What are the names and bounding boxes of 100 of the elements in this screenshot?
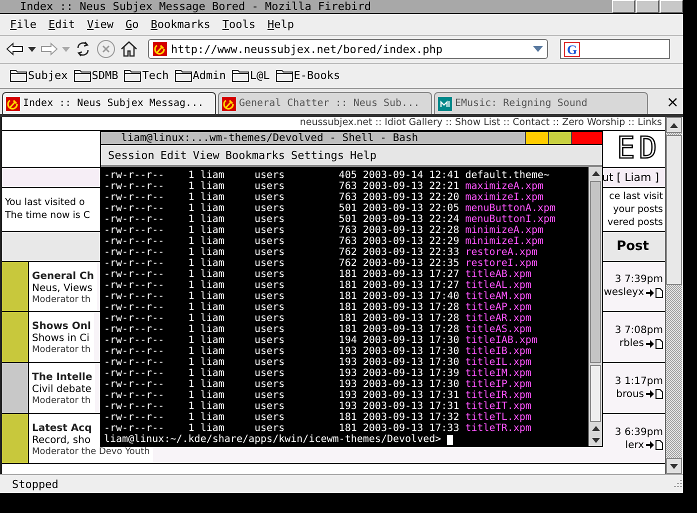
browser-tab[interactable]: EMusic: Reigning Sound — [434, 92, 648, 114]
last-post-user[interactable]: lerx — [625, 440, 644, 451]
maximize-button[interactable] — [548, 132, 571, 144]
browser-tab[interactable]: Index :: Neus Subjex Messag... — [2, 92, 216, 114]
scroll-down-icon[interactable] — [670, 462, 678, 470]
file-name: titleIP.xpm — [465, 379, 532, 390]
search-link[interactable]: your posts — [613, 202, 663, 216]
search-link[interactable]: ce last visit — [609, 190, 663, 203]
bookmark-folder[interactable]: L@L — [232, 69, 270, 82]
scroll-thumb[interactable] — [590, 365, 601, 422]
page-scrollbar[interactable] — [665, 117, 682, 474]
file-name: titleAB.xpm — [465, 269, 532, 280]
file-info-text: -rw-r--r-- 1 liam users 181 2003-09-13 17:40 — [104, 291, 460, 302]
scroll-thumb[interactable] — [666, 135, 682, 286]
minimize-button[interactable] — [525, 132, 548, 144]
file-name: titleAM.xpm — [465, 291, 532, 302]
bookmark-folder[interactable]: Tech — [124, 69, 169, 82]
forum-moderator: Moderator th — [32, 396, 91, 406]
last-post-time: 3 7:08pm — [614, 325, 663, 336]
file-info-text: -rw-r--r-- 1 liam users 501 2003-09-13 22:24 — [104, 214, 460, 226]
search-field[interactable]: G — [560, 39, 670, 60]
folder-icon — [10, 69, 27, 82]
close-button[interactable] — [571, 132, 602, 144]
file-info-text: -rw-r--r-- 1 liam users 181 2003-09-13 17:27 — [104, 280, 460, 292]
menu-item[interactable]: Edit — [157, 148, 190, 162]
file-name: titleTR.xpm — [465, 423, 532, 434]
file-info-text: -rw-r--r-- 1 liam users 194 2003-09-13 17:30 — [104, 335, 460, 346]
file-name: maximizeA.xpm — [465, 181, 544, 192]
file-name: restoreA.xpm — [465, 247, 538, 258]
folder-icon — [74, 69, 91, 82]
file-info-text: -rw-r--r-- 1 liam users 193 2003-09-13 17:30 — [104, 346, 460, 358]
caret-icon[interactable] — [28, 46, 36, 53]
menu-item[interactable]: View — [190, 148, 222, 162]
menu-item[interactable]: Session — [105, 148, 158, 162]
menu-item[interactable]: Tools — [216, 18, 262, 31]
scroll-up-icon[interactable] — [592, 170, 600, 177]
file-info-text: -rw-r--r-- 1 liam users 193 2003-09-13 17:30 — [104, 379, 460, 390]
terminal-scrollbar[interactable] — [588, 167, 602, 446]
last-post-time: 3 1:17pm — [614, 376, 663, 387]
menu-item[interactable]: Help — [261, 18, 300, 31]
scroll-down-icon[interactable] — [592, 436, 600, 444]
file-info-text: -rw-r--r-- 1 liam users 181 2003-09-13 17:33 — [104, 423, 460, 434]
file-info-text: -rw-r--r-- 1 liam users 181 2003-09-13 17:28 — [104, 324, 460, 336]
status-text: Stopped — [12, 478, 60, 491]
bookmark-folder[interactable]: Admin — [174, 69, 226, 82]
menu-item[interactable]: Edit — [42, 18, 81, 31]
menu-item[interactable]: Settings — [288, 148, 347, 162]
file-name: titleIAB.xpm — [465, 335, 538, 346]
close-tab-button[interactable]: × — [666, 92, 679, 111]
file-info-text: -rw-r--r-- 1 liam users 501 2003-09-13 22:05 — [104, 203, 460, 214]
forum-title-link[interactable]: General Ch — [32, 270, 94, 282]
file-info-text: -rw-r--r-- 1 liam users 193 2003-09-13 17:31 — [104, 390, 460, 402]
file-name: titleIM.xpm — [465, 368, 532, 380]
forum-description: Neus, Views — [32, 282, 92, 294]
forum-description: Record, sho — [32, 434, 91, 446]
back-icon[interactable] — [6, 42, 24, 56]
menu-item[interactable]: Help — [346, 148, 380, 162]
bookmark-folder[interactable]: Subjex — [10, 69, 68, 82]
file-info-text: -rw-r--r-- 1 liam users 763 2003-09-13 22:29 — [104, 236, 460, 248]
bookmark-folder[interactable]: SDMB — [74, 69, 118, 82]
menu-item[interactable]: Bookmarks — [222, 148, 288, 162]
file-name: titleIB.xpm — [465, 346, 532, 358]
file-name: titleAP.xpm — [465, 302, 532, 314]
menu-item[interactable]: File — [4, 18, 42, 31]
file-name: titleIL.xpm — [465, 357, 532, 368]
last-post-user[interactable]: wesleyx — [604, 287, 644, 298]
logout-link[interactable]: ut [ Liam ] — [602, 171, 659, 184]
search-link[interactable]: vered posts — [607, 216, 663, 229]
file-info-text: -rw-r--r-- 1 liam users 762 2003-09-13 22:35 — [104, 258, 460, 270]
file-info-text: -rw-r--r-- 1 liam users 193 2003-09-13 17:39 — [104, 368, 460, 380]
last-post-time: 3 6:39pm — [614, 426, 663, 438]
file-name: menuButtonA.xpm — [465, 203, 556, 214]
address-field[interactable]: http://www.neussubjex.net/bored/index.php — [148, 39, 548, 60]
file-info-text: -rw-r--r-- 1 liam users 181 2003-09-13 17:28 — [104, 302, 460, 314]
file-name: titleAR.xpm — [465, 313, 532, 324]
file-info-text: -rw-r--r-- 1 liam users 405 2003-09-14 12:41 — [104, 170, 460, 182]
menu-item[interactable]: View — [81, 18, 120, 31]
file-info-text: -rw-r--r-- 1 liam users 763 2003-09-13 22:21 — [104, 181, 460, 192]
last-post-user[interactable]: rbles — [619, 338, 644, 350]
last-post-time: 3 7:39pm — [614, 274, 663, 286]
menu-item[interactable]: Bookmarks — [144, 18, 216, 31]
window-title: Index :: Neus Subjex Message Bored - Mozilla Firebird — [19, 0, 372, 13]
forum-moderator: Moderator th — [32, 345, 91, 356]
file-name: titleIT.xpm — [465, 401, 532, 412]
menu-item[interactable]: Go — [120, 18, 145, 31]
scroll-up-icon[interactable] — [670, 122, 678, 129]
browser-tab[interactable]: General Chatter :: Neus Sub... — [218, 92, 432, 114]
scroll-up-icon[interactable] — [592, 424, 600, 432]
forum-title-link[interactable]: The Intelle — [32, 372, 92, 384]
file-info-text: -rw-r--r-- 1 liam users 193 2003-09-13 17:31 — [104, 401, 460, 412]
forum-title-link[interactable]: Shows Onl — [32, 321, 91, 332]
file-name: titleIR.xpm — [465, 390, 532, 402]
dropdown-icon[interactable] — [533, 46, 543, 53]
folder-icon — [232, 69, 249, 82]
file-name: minimizeA.xpm — [465, 225, 544, 236]
text-cursor — [447, 434, 454, 445]
bookmark-folder[interactable]: E-Books — [276, 69, 340, 82]
home-icon[interactable] — [120, 40, 138, 58]
last-post-user[interactable]: brous — [616, 388, 644, 400]
forum-title-link[interactable]: Latest Acq — [32, 422, 92, 434]
